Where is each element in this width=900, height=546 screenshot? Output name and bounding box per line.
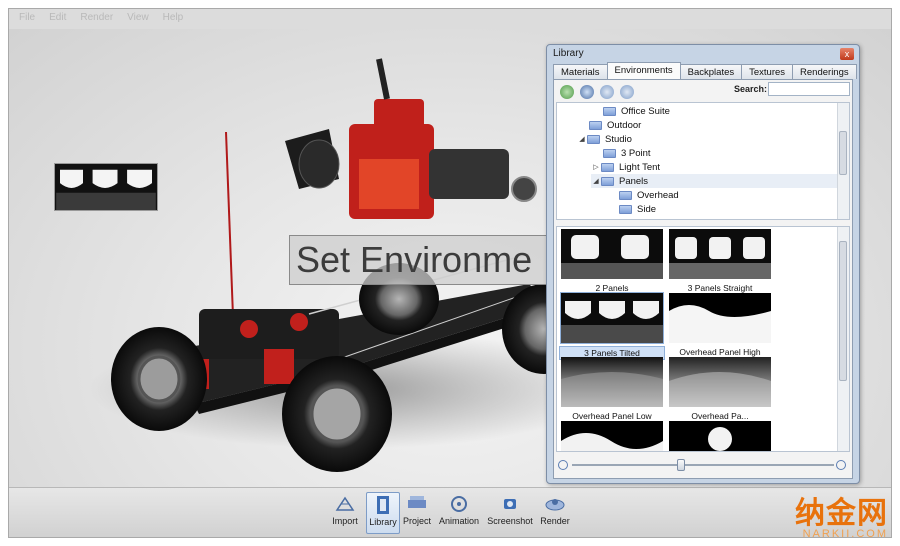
folder-icon [619, 204, 632, 214]
folder-icon [601, 162, 614, 172]
animation-icon [451, 496, 467, 512]
tree-item-3-point[interactable]: 3 Point [603, 146, 651, 160]
zoom-out-icon[interactable] [558, 460, 568, 470]
menu-help[interactable]: Help [163, 12, 184, 26]
arrow-up-icon[interactable] [620, 85, 634, 99]
search-input[interactable] [768, 82, 850, 96]
env-preview-2-panels [561, 229, 663, 279]
tree-scroll-thumb[interactable] [839, 131, 847, 175]
env-preview-overhead-panel-high [669, 293, 771, 343]
tree-item-label: Side [637, 203, 657, 215]
tab-environments[interactable]: Environments [606, 62, 681, 79]
env-preview-3-panels-tilted [560, 292, 664, 344]
tree-item-label: Studio [605, 133, 632, 145]
thumbnail-3-panels-tilted[interactable]: 3 Panels Tilted [559, 292, 665, 360]
tree-item-studio[interactable]: ◢ Studio [577, 132, 632, 146]
watermark-url: NARKII.COM [802, 528, 888, 540]
tree-item-side[interactable]: Side [619, 202, 656, 216]
tree-item-outdoor[interactable]: Outdoor [589, 118, 641, 132]
screenshot-icon [504, 499, 516, 509]
library-label: Library [369, 517, 397, 527]
tree-item-overhead[interactable]: Overhead [619, 188, 679, 202]
tree-item-label: Light Tent [619, 161, 661, 173]
screenshot-label: Screenshot [487, 516, 533, 526]
import-button[interactable]: Import [327, 492, 363, 534]
tab-textures[interactable]: Textures [741, 64, 794, 79]
project-label: Project [402, 516, 431, 526]
menu-edit[interactable]: Edit [49, 12, 66, 26]
animation-button[interactable]: Animation [437, 492, 481, 534]
folder-icon [619, 190, 632, 200]
bottom-toolbar: Import Library Project Animation Screens… [9, 487, 891, 537]
slider-track[interactable] [572, 464, 834, 466]
zoom-in-icon[interactable] [836, 460, 846, 470]
tree-item-label: Panels [619, 175, 649, 187]
library-body: Search: Office Suite Outdoor ◢ Studio 3 P… [553, 79, 853, 479]
animation-label: Animation [438, 516, 480, 526]
collapsed-arrow-icon[interactable]: ▷ [591, 163, 601, 171]
environment-preview [54, 163, 158, 211]
slider-handle[interactable] [677, 459, 685, 471]
library-title: Library [553, 48, 584, 59]
library-icon [377, 496, 389, 514]
thumbnail-overhead-panel-low[interactable]: Overhead Panel Low [559, 357, 665, 422]
folder-icon [601, 176, 614, 186]
project-icon [408, 496, 426, 508]
grid-scrollbar[interactable] [837, 227, 849, 451]
watermark-logo: 纳金网 [795, 496, 888, 531]
env-preview-3-panels-straight [669, 229, 771, 279]
grid-scroll-thumb[interactable] [839, 241, 847, 381]
render-label: Render [540, 516, 570, 526]
arrow-down-icon[interactable] [600, 85, 614, 99]
menu-bar: File Edit Render View Help [9, 9, 891, 29]
watermark: 纳金网 NARKII.COM [795, 488, 888, 540]
tree-item-office-suite[interactable]: Office Suite [603, 104, 670, 118]
library-tabs: Materials Environments Backplates Textur… [553, 62, 857, 79]
env-preview-overhead-panel-med [669, 357, 771, 407]
tree-scrollbar[interactable] [837, 103, 849, 219]
tree-item-panels[interactable]: ◢ Panels [591, 174, 839, 188]
tree-item-label: Outdoor [607, 119, 642, 131]
thumbnail-overhead-panel-high[interactable]: Overhead Panel High [667, 293, 773, 358]
import-label: Import [332, 516, 358, 526]
expanded-arrow-icon[interactable]: ◢ [591, 177, 601, 185]
thumbnail-size-slider[interactable] [556, 456, 850, 474]
library-button[interactable]: Library [366, 492, 400, 534]
close-button[interactable]: x [840, 48, 854, 60]
import-icon [335, 496, 355, 511]
menu-render[interactable]: Render [80, 12, 113, 26]
render-button[interactable]: Render [537, 492, 573, 534]
library-panel: Library x Materials Environments Backpla… [546, 44, 860, 484]
folder-icon [587, 134, 600, 144]
env-preview-partial [561, 421, 663, 451]
overlay-caption: Set Environme [289, 235, 559, 285]
folder-icon [603, 148, 616, 158]
refresh-icon[interactable] [580, 85, 594, 99]
folder-icon [603, 106, 616, 116]
tab-materials[interactable]: Materials [553, 64, 608, 79]
add-folder-icon[interactable] [560, 85, 574, 99]
search-label: Search: [734, 84, 768, 94]
thumbnail-overhead-panel-med[interactable]: Overhead Pa... [667, 357, 773, 422]
project-button[interactable]: Project [401, 492, 433, 534]
tree-item-label: Office Suite [621, 105, 670, 117]
tree-item-light-tent[interactable]: ▷ Light Tent [591, 160, 660, 174]
thumbnail-2-panels[interactable]: 2 Panels [559, 229, 665, 294]
tree-item-label: Overhead [637, 189, 679, 201]
env-preview-overhead-panel-low [561, 357, 663, 407]
engine-part [285, 58, 537, 219]
folder-tree: Office Suite Outdoor ◢ Studio 3 Point ▷ Li… [556, 102, 850, 220]
tab-renderings[interactable]: Renderings [792, 64, 857, 79]
menu-file[interactable]: File [19, 12, 35, 26]
folder-icon [589, 120, 602, 130]
tree-item-label: 3 Point [621, 147, 651, 159]
expanded-arrow-icon[interactable]: ◢ [577, 135, 587, 143]
screenshot-button[interactable]: Screenshot [486, 492, 534, 534]
tab-backplates[interactable]: Backplates [679, 64, 743, 79]
thumbnail-grid: 2 Panels 3 Panels Straight 3 Panels Tilt… [556, 226, 850, 452]
menu-view[interactable]: View [127, 12, 149, 26]
env-preview-partial [669, 421, 771, 451]
thumbnail-3-panels-straight[interactable]: 3 Panels Straight [667, 229, 773, 294]
render-icon [545, 499, 565, 511]
